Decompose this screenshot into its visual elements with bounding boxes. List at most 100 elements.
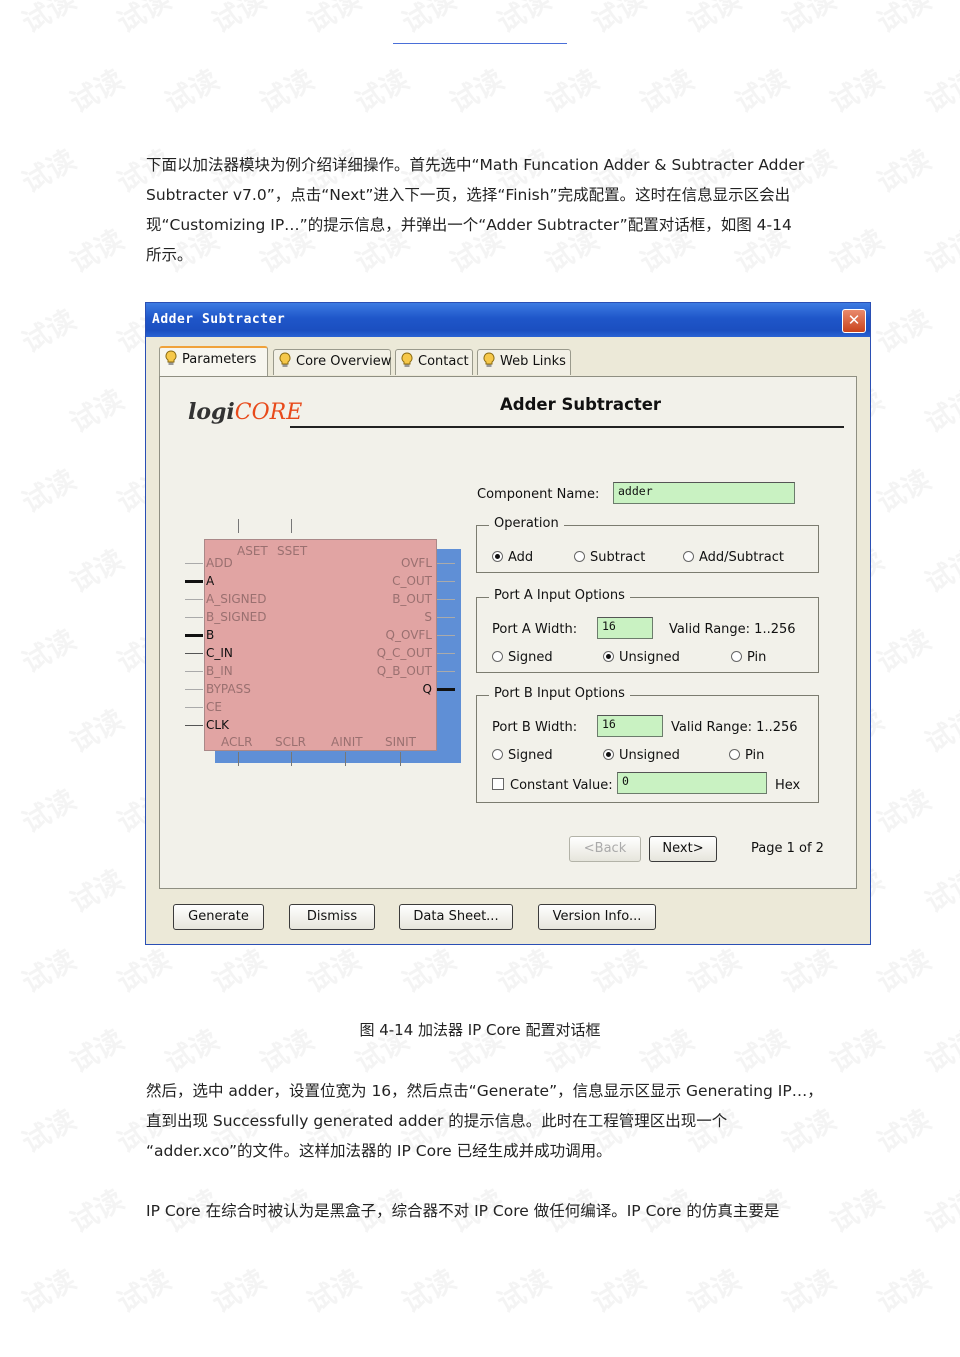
tab-parameters[interactable]: Parameters [159, 346, 268, 377]
watermark: 试读 [584, 939, 653, 1002]
port-b-pin-radio[interactable]: Pin [729, 748, 764, 763]
close-button[interactable]: ✕ [842, 309, 866, 333]
adder-symbol: ASET SSET ADD A A_SIGNED B_SIGNED B C_IN B_IN B… [204, 539, 437, 751]
pin-label: ACLR [221, 735, 253, 749]
pin-label: B_IN [206, 664, 233, 678]
radio-subtract[interactable]: Subtract [574, 550, 645, 565]
watermark: 试读 [537, 59, 606, 122]
watermark: 试读 [869, 299, 938, 362]
tab-contact[interactable]: Contact [395, 349, 473, 375]
pin-line [185, 599, 203, 600]
text-line: 然后，选中 adder，设置位宽为 16，然后点击“Generate”，信息显示… [146, 1082, 823, 1100]
bulb-icon [401, 352, 413, 367]
closing-paragraph: IP Core 在综合时被认为是黑盒子，综合器不对 IP Core 做任何编译。… [146, 1196, 836, 1226]
watermark: 试读 [869, 939, 938, 1002]
version-info-button[interactable]: Version Info... [538, 904, 656, 930]
bulb-icon [483, 352, 495, 367]
pin-label: A_SIGNED [206, 592, 267, 606]
pin-label: SSET [277, 544, 308, 558]
watermark: 试读 [822, 59, 891, 122]
constant-value-checkbox[interactable]: Constant Value: [492, 778, 613, 793]
dismiss-button[interactable]: Dismiss [289, 904, 375, 930]
pin-label: BYPASS [206, 682, 251, 696]
watermark: 试读 [869, 0, 938, 41]
port-a-valid-range: Valid Range: 1..256 [669, 622, 796, 637]
pin-stub [291, 519, 292, 533]
port-a-group: Port A Input Options Port A Width: 16 Va… [476, 588, 819, 673]
port-b-group: Port B Input Options Port B Width: 16 Va… [476, 686, 819, 803]
watermark: 试读 [442, 59, 511, 122]
watermark: 试读 [917, 59, 960, 122]
generate-button[interactable]: Generate [173, 904, 264, 930]
tab-label: Web Links [500, 354, 566, 369]
watermark: 试读 [727, 59, 796, 122]
radio-add[interactable]: Add [492, 550, 533, 565]
port-b-valid-range: Valid Range: 1..256 [671, 720, 798, 735]
radio-off-icon [492, 651, 503, 662]
watermark: 试读 [679, 0, 748, 41]
radio-on-icon [603, 651, 614, 662]
radio-off-icon [683, 551, 694, 562]
data-sheet-button[interactable]: Data Sheet... [399, 904, 513, 930]
pin-line [185, 653, 203, 654]
watermark: 试读 [14, 1099, 83, 1162]
watermark: 试读 [14, 779, 83, 842]
watermark: 试读 [14, 939, 83, 1002]
port-a-pin-radio[interactable]: Pin [731, 650, 766, 665]
watermark: 试读 [917, 379, 960, 442]
watermark: 试读 [632, 59, 701, 122]
port-a-width-label: Port A Width: [492, 622, 578, 637]
watermark: 试读 [62, 539, 131, 602]
pin-label: Q_C_OUT [376, 646, 432, 660]
radio-add-subtract[interactable]: Add/Subtract [683, 550, 784, 565]
watermark: 试读 [917, 219, 960, 282]
tab-web-links[interactable]: Web Links [477, 349, 571, 375]
heading-rule [290, 426, 844, 428]
pin-stub [238, 519, 239, 533]
bulb-icon [279, 352, 291, 367]
watermark: 试读 [109, 0, 178, 41]
port-b-width-label: Port B Width: [492, 720, 578, 735]
watermark: 试读 [62, 859, 131, 922]
watermark: 试读 [62, 1179, 131, 1242]
constant-value-input[interactable]: 0 [617, 772, 767, 794]
pin-label: C_OUT [392, 574, 432, 588]
text-line: 下面以加法器模块为例介绍详细操作。首先选中“Math Funcation Add… [146, 156, 805, 174]
pin-label: C_IN [206, 646, 233, 660]
group-title: Port A Input Options [489, 588, 630, 603]
tab-label: Core Overview [296, 354, 392, 369]
logicore-logo: logiCORE [188, 399, 303, 425]
watermark: 试读 [109, 939, 178, 1002]
component-name-label: Component Name: [477, 487, 600, 502]
watermark: 试读 [157, 59, 226, 122]
back-button[interactable]: <Back [569, 836, 641, 862]
next-button[interactable]: Next> [649, 836, 717, 862]
port-a-width-input[interactable]: 16 [597, 617, 653, 639]
port-a-signed-radio[interactable]: Signed [492, 650, 553, 665]
port-b-width-input[interactable]: 16 [597, 715, 663, 737]
watermark: 试读 [299, 939, 368, 1002]
watermark: 试读 [14, 0, 83, 41]
watermark: 试读 [489, 1259, 558, 1322]
watermark: 试读 [489, 0, 558, 41]
port-b-unsigned-radio[interactable]: Unsigned [603, 748, 680, 763]
port-a-unsigned-radio[interactable]: Unsigned [603, 650, 680, 665]
tab-core-overview[interactable]: Core Overview [273, 349, 391, 375]
port-b-signed-radio[interactable]: Signed [492, 748, 553, 763]
watermark: 试读 [252, 59, 321, 122]
watermark: 试读 [917, 699, 960, 762]
text-line: “adder.xco”的文件。这样加法器的 IP Core 已经生成并成功调用。 [146, 1142, 612, 1160]
watermark: 试读 [774, 0, 843, 41]
watermark: 试读 [204, 939, 273, 1002]
pin-line [437, 653, 455, 654]
tab-label: Contact [418, 354, 469, 369]
pin-line [437, 688, 455, 691]
watermark: 试读 [584, 0, 653, 41]
watermark: 试读 [394, 1259, 463, 1322]
watermark: 试读 [299, 0, 368, 41]
pin-line [185, 707, 203, 708]
pin-stub [238, 752, 239, 766]
text-line: 直到出现 Successfully generated adder 的提示信息。… [146, 1112, 728, 1130]
watermark: 试读 [204, 1259, 273, 1322]
component-name-input[interactable]: adder [613, 482, 795, 504]
